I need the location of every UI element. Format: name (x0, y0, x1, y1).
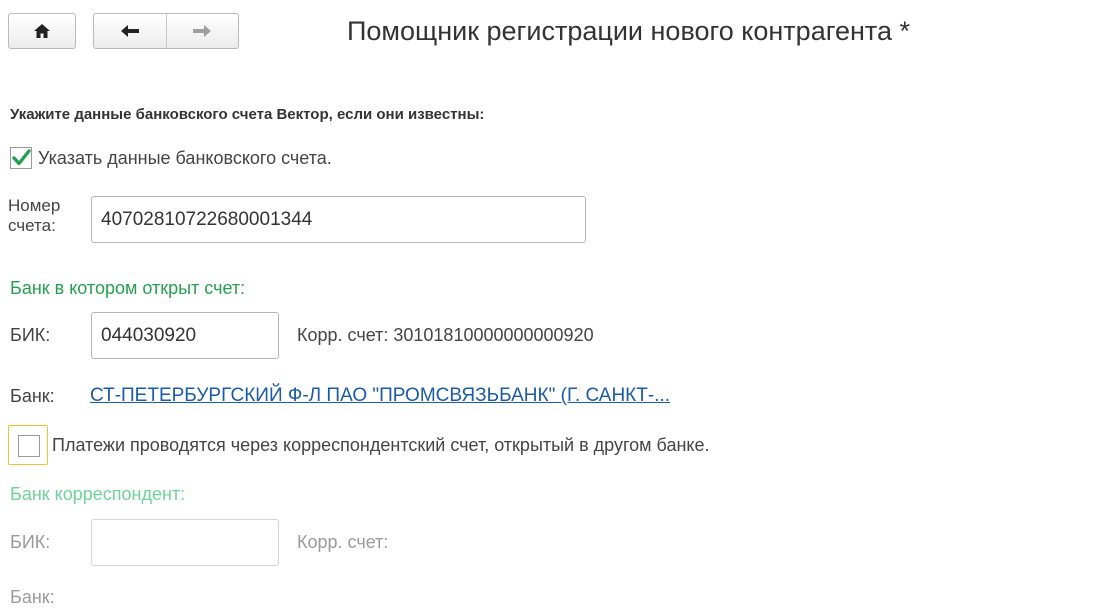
specify-account-label[interactable]: Указать данные банковского счета. (38, 148, 332, 169)
correspondent-checkbox-focus[interactable] (8, 425, 48, 465)
section-header: Укажите данные банковского счета Вектор,… (10, 106, 485, 123)
corr-account-label: Корр. счет: 30101810000000000920 (297, 325, 594, 346)
forward-button[interactable] (165, 14, 239, 48)
bik-label: БИК: (10, 325, 51, 345)
arrow-right-icon (193, 25, 212, 37)
bank-label: Банк: (10, 386, 55, 406)
back-button[interactable] (94, 14, 166, 48)
checkmark-icon (12, 149, 31, 166)
window-title: Помощник регистрации нового контрагента … (347, 16, 910, 46)
correspondent-bik-input (91, 519, 279, 566)
navigation-buttons (93, 13, 239, 49)
correspondent-bik-label: БИК: (10, 532, 51, 552)
bik-input[interactable]: 044030920 (91, 312, 279, 359)
corr-account-value: 30101810000000000920 (393, 325, 594, 345)
corr-account-label-text: Корр. счет: (297, 325, 389, 345)
arrow-left-icon (120, 25, 139, 37)
home-button[interactable] (8, 13, 76, 49)
correspondent-corr-account-label: Корр. счет: (297, 532, 389, 552)
specify-account-checkbox[interactable] (10, 147, 32, 169)
bank-name-link[interactable]: СТ-ПЕТЕРБУРГСКИЙ Ф-Л ПАО "ПРОМСВЯЗЬБАНК"… (90, 385, 670, 407)
correspondent-bank-label: Банк: (10, 587, 55, 607)
account-number-label-line1: Номер (8, 196, 61, 215)
correspondent-checkbox[interactable] (18, 435, 40, 457)
account-number-input[interactable]: 40702810722680001344 (91, 196, 586, 243)
account-number-label-line2: счета: (8, 216, 56, 235)
correspondent-checkbox-label[interactable]: Платежи проводятся через корреспондентск… (52, 435, 709, 456)
correspondent-group-header: Банк корреспондент: (10, 484, 186, 504)
account-number-label: Номер счета: (8, 196, 60, 236)
registration-wizard-window: Помощник регистрации нового контрагента … (0, 0, 1097, 610)
home-icon (34, 24, 50, 38)
bank-group-header: Банк в котором открыт счет: (10, 278, 246, 298)
